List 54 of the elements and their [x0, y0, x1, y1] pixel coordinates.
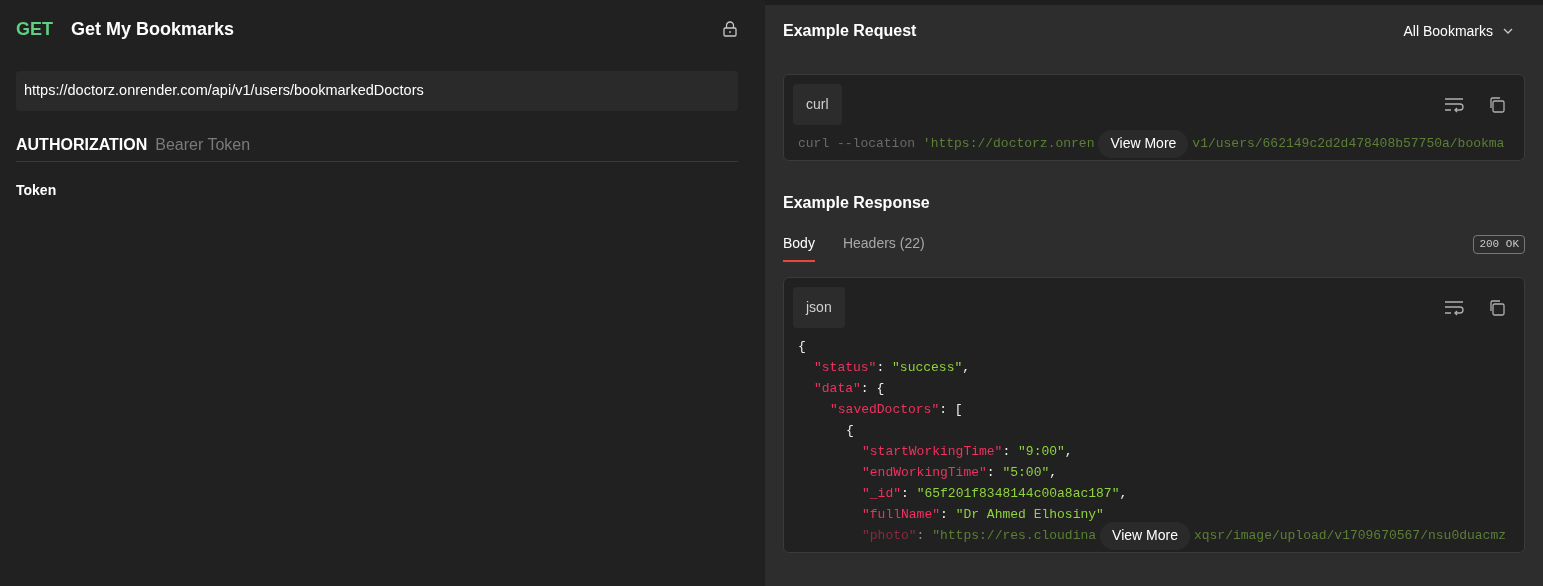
code-text: "status" [814, 358, 877, 377]
code-text: curl --location [798, 134, 917, 153]
field-label: Token [16, 181, 58, 200]
code-text: : [1002, 442, 1012, 461]
code-text: "https://res.cloudina [932, 526, 1097, 545]
code-text: "startWorkingTime" [862, 442, 1003, 461]
code-text: 'https://doctorz.onren [922, 134, 1095, 153]
code-text: "9:00" [1018, 442, 1065, 461]
code-text: "photo" [862, 526, 917, 545]
wrap-icon[interactable] [1444, 299, 1464, 316]
code-text: "data" [814, 379, 861, 398]
code-text: : [876, 358, 886, 377]
auth-type: Bearer Token [155, 135, 251, 155]
section-heading: AUTHORIZATION [16, 135, 148, 155]
code-text: "savedDoctors" [830, 400, 940, 419]
code-text: { [846, 421, 854, 440]
code-text: xqsr/image/upload/v1709670567/nsu0duacmz [1193, 526, 1506, 545]
code-text: "65f201f8348144c00a8ac187" [916, 484, 1120, 503]
code-text: "_id" [862, 484, 901, 503]
language-label: json [793, 287, 845, 328]
code-text: "Dr Ahmed Elhosiny" [955, 505, 1104, 524]
code-text: : [916, 526, 926, 545]
code-text: : [901, 484, 910, 503]
http-method: GET [16, 17, 53, 41]
section-heading: Example Request [783, 21, 917, 41]
copy-icon[interactable] [1488, 298, 1506, 317]
section-heading: Example Response [783, 193, 931, 213]
code-text: , [1119, 484, 1128, 503]
view-more-button[interactable]: View More [1098, 129, 1189, 158]
wrap-icon[interactable] [1444, 96, 1464, 113]
code-text: { [798, 337, 806, 356]
lock-icon[interactable] [723, 21, 737, 37]
status-badge: 200 OK [1473, 235, 1525, 254]
code-text: "endWorkingTime" [862, 463, 987, 482]
copy-icon[interactable] [1488, 95, 1506, 114]
code-text: v1/users/662149c2d2d478408b57750a/bookma [1192, 134, 1505, 153]
request-title: Get My Bookmarks [71, 17, 235, 41]
code-text: : [986, 463, 996, 482]
language-label: curl [793, 84, 842, 125]
code-text: , [1064, 442, 1073, 461]
code-text: , [962, 358, 971, 377]
code-text: "fullName" [862, 505, 940, 524]
code-text: : [ [939, 400, 963, 419]
code-text: , [1049, 463, 1058, 482]
code-text: : [940, 505, 949, 524]
collection-dropdown[interactable]: All Bookmarks [1403, 20, 1525, 42]
chevron-down-icon [1503, 28, 1513, 34]
code-text: "success" [892, 358, 963, 377]
url-field[interactable]: https://doctorz.onrender.com/api/v1/users/bookmarkedDoctors [16, 71, 738, 111]
view-more-button[interactable]: View More [1100, 521, 1190, 550]
code-text: : { [860, 379, 885, 398]
response-tab[interactable]: Body [783, 233, 815, 262]
response-tab[interactable]: Headers (22) [842, 233, 925, 262]
code-text: "5:00" [1002, 463, 1050, 482]
